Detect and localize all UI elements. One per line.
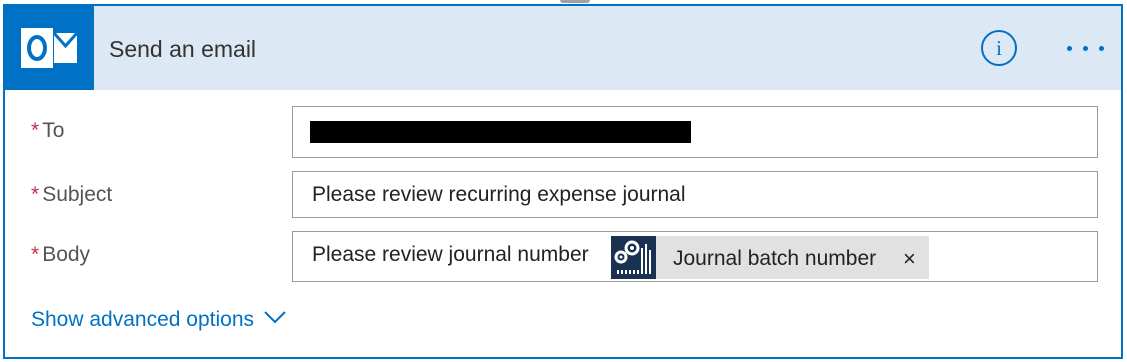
subject-label-text: Subject [42,183,113,206]
to-field[interactable] [292,106,1098,158]
required-marker: * [31,119,40,142]
more-options-icon[interactable] [1063,36,1107,60]
chevron-down-icon [264,311,286,324]
dynamic-content-token[interactable]: Journal batch number × [611,236,929,279]
token-label: Journal batch number [673,247,877,270]
subject-label: * Subject [31,181,112,209]
required-marker: * [31,183,40,206]
subject-value: Please review recurring expense journal [312,183,686,206]
show-advanced-options-link[interactable]: Show advanced options [31,306,286,334]
info-button[interactable]: i [981,30,1017,66]
token-remove-button[interactable]: × [903,245,916,273]
to-label: * To [31,117,64,145]
redacted-recipient [310,121,691,143]
body-label-text: Body [42,243,91,266]
subject-field[interactable]: Please review recurring expense journal [292,171,1098,218]
outlook-icon [5,6,94,90]
body-label: * Body [31,241,90,269]
send-email-action-card: Send an email i * To * Subject Please revi… [3,4,1123,359]
to-label-text: To [42,119,65,142]
body-value: Please review journal number [312,243,589,266]
action-header[interactable]: Send an email i [5,6,1121,90]
advanced-options-label: Show advanced options [31,308,254,331]
action-title: Send an email [109,36,257,62]
body-field[interactable]: Please review journal number Journal bat… [292,231,1098,282]
dynamics-connector-icon [611,236,656,279]
required-marker: * [31,243,40,266]
